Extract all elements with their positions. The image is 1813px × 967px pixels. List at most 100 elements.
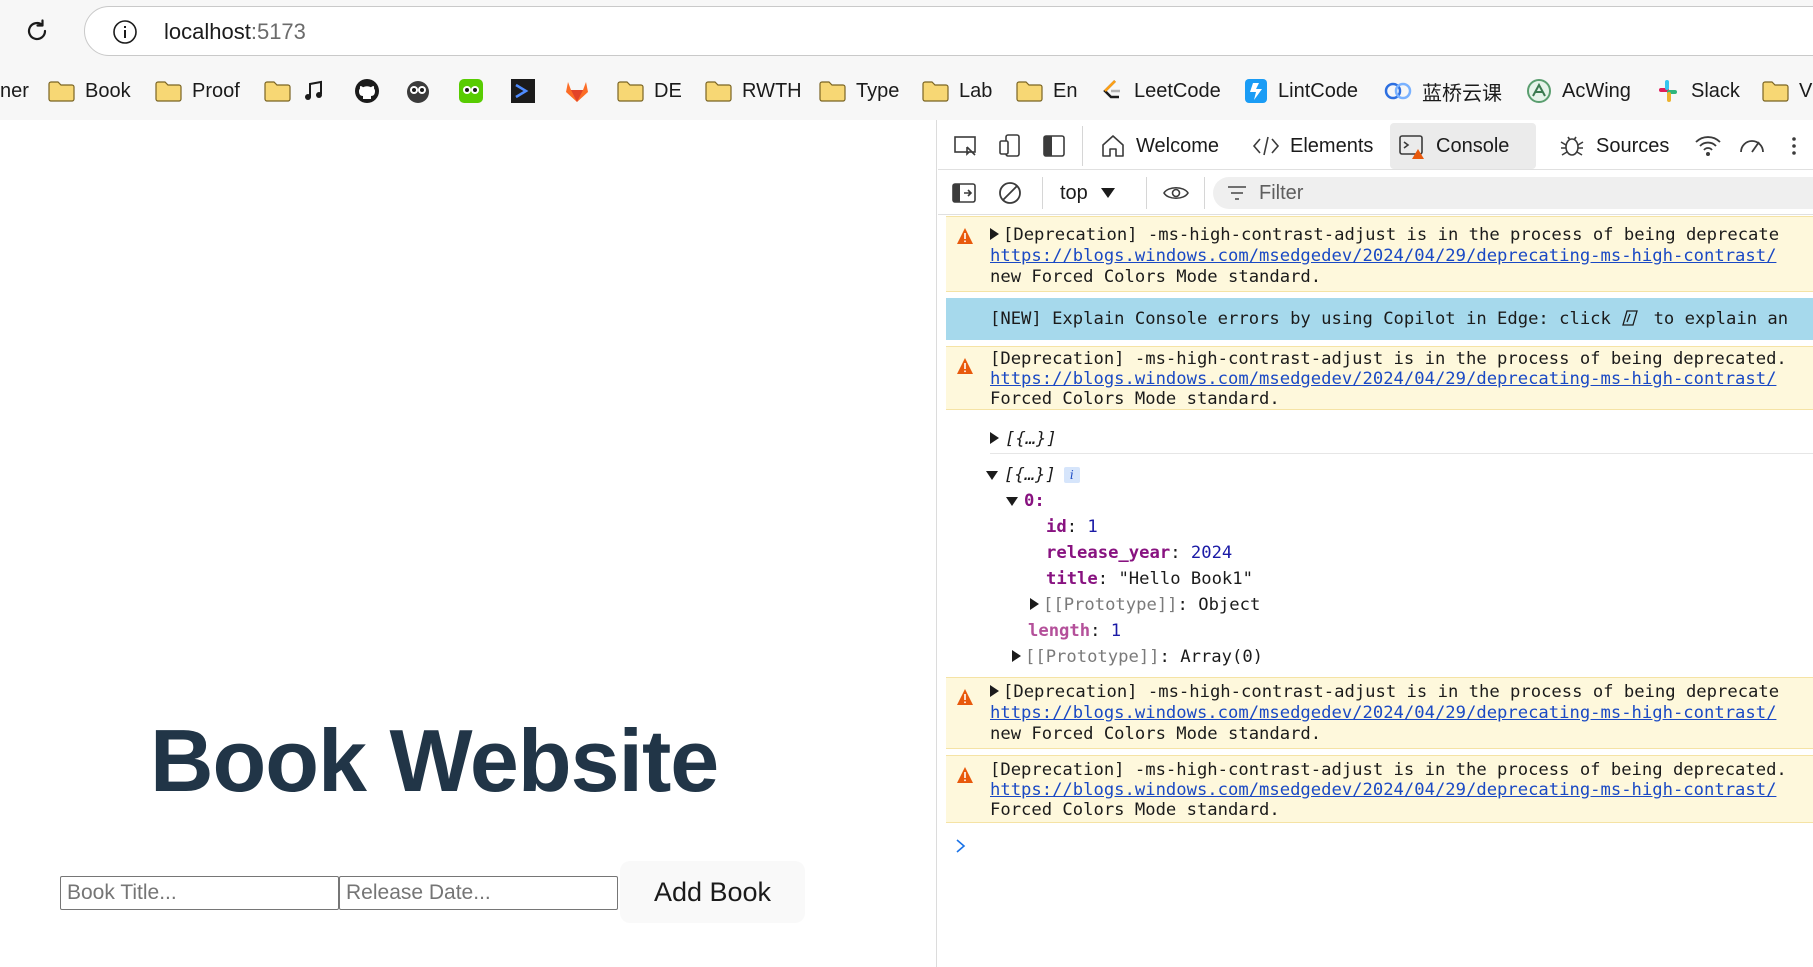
- expand-arrow-icon[interactable]: [1012, 650, 1021, 662]
- inspect-element-icon[interactable]: [952, 132, 980, 160]
- warning-text-tail: new Forced Colors Mode standard.: [990, 267, 1322, 287]
- warning-link[interactable]: https://blogs.windows.com/msedgedev/2024…: [990, 369, 1776, 389]
- url-text: localhost:5173: [164, 19, 306, 45]
- length-value: 1: [1110, 621, 1122, 641]
- toolbar-divider: [1204, 177, 1205, 209]
- url-port: :5173: [250, 19, 306, 44]
- prompt-chevron-icon: [956, 839, 966, 853]
- add-book-button[interactable]: Add Book: [620, 861, 805, 923]
- console-warning: [Deprecation] -ms-high-contrast-adjust i…: [946, 216, 1813, 292]
- field-value: 1: [1087, 517, 1098, 537]
- book-title-input[interactable]: [60, 876, 339, 910]
- expand-arrow-icon[interactable]: [1030, 598, 1039, 610]
- bookmark-terminal[interactable]: [510, 70, 536, 112]
- bug-icon: [1560, 136, 1584, 156]
- info-text: [NEW] Explain Console errors by using Co…: [990, 309, 1788, 329]
- lanqiao-icon: [1384, 80, 1412, 102]
- prototype-key: [[Prototype]]: [1025, 647, 1160, 667]
- warning-text: [Deprecation] -ms-high-contrast-adjust i…: [990, 682, 1779, 702]
- bookmark-owl[interactable]: [405, 70, 431, 112]
- terminal-icon: [510, 78, 536, 104]
- address-input[interactable]: localhost:5173: [84, 6, 1813, 56]
- collapse-arrow-icon[interactable]: [1006, 497, 1018, 506]
- array-prototype-row[interactable]: [[Prototype]]: Array(0): [1012, 646, 1263, 668]
- bookmarks-bar: ner Book Proof DE RWTH Type Lab En LeetCode LintC…: [0, 70, 1813, 112]
- expand-arrow-icon[interactable]: [990, 685, 999, 697]
- warning-link[interactable]: https://blogs.windows.com/msedgedev/2024…: [990, 246, 1776, 266]
- more-tabs-icon[interactable]: [1780, 132, 1808, 160]
- folder-icon: [48, 80, 75, 102]
- site-info-icon[interactable]: [112, 19, 138, 45]
- field-value: "Hello Book1": [1118, 569, 1253, 589]
- log-entry-collapsed[interactable]: [{…}]: [990, 428, 1813, 454]
- bookmark-github[interactable]: [354, 70, 380, 112]
- bookmark-acwing[interactable]: AcWing: [1526, 70, 1631, 112]
- context-label: top: [1060, 181, 1088, 204]
- tab-console[interactable]: Console: [1390, 123, 1536, 169]
- bookmark-ner[interactable]: ner: [0, 70, 29, 112]
- bookmark-book[interactable]: Book: [48, 70, 131, 112]
- log-entry-expanded[interactable]: [{…}] i: [986, 464, 1080, 486]
- bookmark-蓝桥云课[interactable]: 蓝桥云课: [1384, 70, 1502, 112]
- warning-link[interactable]: https://blogs.windows.com/msedgedev/2024…: [990, 703, 1776, 723]
- field-key: release_year: [1046, 543, 1171, 563]
- toolbar-divider: [1082, 126, 1083, 166]
- warning-icon: [957, 767, 973, 783]
- tab-label: Console: [1436, 134, 1510, 157]
- toolbar-divider: [1146, 177, 1147, 209]
- bookmark-duolingo[interactable]: [458, 70, 484, 112]
- clear-console-icon[interactable]: [996, 179, 1024, 207]
- bookmark-gitlab[interactable]: [563, 70, 591, 112]
- warning-link[interactable]: https://blogs.windows.com/msedgedev/2024…: [990, 780, 1776, 800]
- context-selector[interactable]: top: [1060, 179, 1116, 207]
- expand-arrow-icon[interactable]: [990, 432, 999, 444]
- object-prototype-row[interactable]: [[Prototype]]: Object: [1030, 594, 1260, 616]
- folder-icon: [617, 80, 644, 102]
- tab-label: Sources: [1596, 134, 1670, 157]
- bookmark-en[interactable]: En: [1016, 70, 1077, 112]
- performance-gauge-icon[interactable]: [1738, 132, 1766, 160]
- copilot-icon[interactable]: [1621, 309, 1643, 327]
- copilot-info-banner: [NEW] Explain Console errors by using Co…: [946, 298, 1813, 340]
- info-badge-icon[interactable]: i: [1063, 467, 1080, 483]
- bookmark-lintcode[interactable]: LintCode: [1244, 70, 1358, 112]
- address-bar-row: localhost:5173: [0, 0, 1813, 62]
- field-key: title: [1046, 569, 1098, 589]
- toolbar-divider: [1042, 177, 1043, 209]
- bookmark-de[interactable]: DE: [617, 70, 682, 112]
- bookmark-music-note[interactable]: [302, 70, 324, 112]
- expand-arrow-icon[interactable]: [990, 228, 999, 240]
- bookmark-label: LintCode: [1278, 79, 1359, 102]
- bookmark-label: Type: [856, 79, 900, 102]
- bookmark-proof[interactable]: Proof: [155, 70, 240, 112]
- music-note-icon: [302, 80, 324, 102]
- dock-side-icon[interactable]: [1040, 132, 1068, 160]
- console-prompt[interactable]: [954, 836, 968, 860]
- bookmark-rwth[interactable]: RWTH: [705, 70, 802, 112]
- array-index-row[interactable]: 0:: [1006, 490, 1045, 512]
- bookmark-folder[interactable]: [264, 70, 291, 112]
- device-emulation-icon[interactable]: [996, 132, 1024, 160]
- folder-icon: [705, 80, 732, 102]
- bookmark-label: Proof: [192, 79, 240, 102]
- tab-welcome[interactable]: Welcome: [1092, 123, 1227, 169]
- reload-button[interactable]: [20, 14, 54, 48]
- network-wifi-icon[interactable]: [1694, 132, 1722, 160]
- bookmark-leetcode[interactable]: LeetCode: [1100, 70, 1221, 112]
- console-filter-input[interactable]: Filter: [1213, 177, 1813, 209]
- object-field-row: release_year: 2024: [1046, 543, 1233, 563]
- console-warning: [Deprecation] -ms-high-contrast-adjust i…: [946, 677, 1813, 749]
- bookmark-type[interactable]: Type: [819, 70, 899, 112]
- console-warning: [Deprecation] -ms-high-contrast-adjust i…: [946, 755, 1813, 823]
- dropdown-arrow-icon: [1100, 188, 1115, 198]
- tab-sources[interactable]: Sources: [1550, 123, 1677, 169]
- tab-elements[interactable]: Elements: [1244, 123, 1381, 169]
- prototype-value: Array(0): [1180, 647, 1264, 667]
- bookmark-v[interactable]: V: [1762, 70, 1812, 112]
- bookmark-lab[interactable]: Lab: [922, 70, 992, 112]
- collapse-arrow-icon[interactable]: [986, 471, 998, 480]
- release-date-input[interactable]: [339, 876, 618, 910]
- live-expression-eye-icon[interactable]: [1162, 179, 1190, 207]
- bookmark-slack[interactable]: Slack: [1655, 70, 1740, 112]
- sidebar-toggle-icon[interactable]: [950, 179, 978, 207]
